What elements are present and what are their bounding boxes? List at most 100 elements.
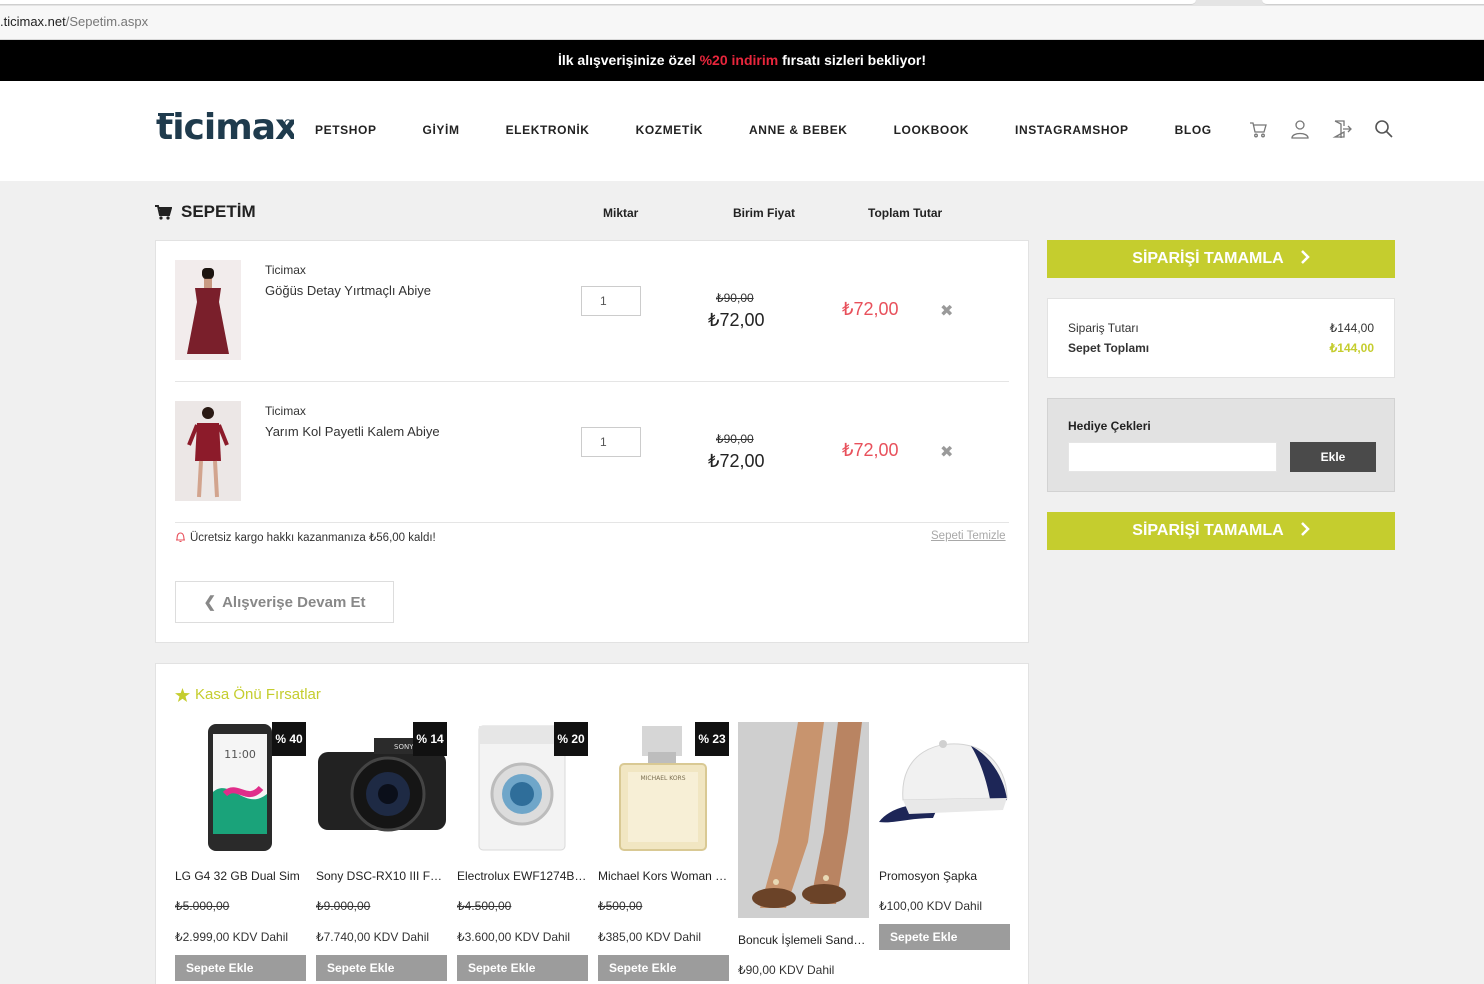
product-price: ₺385,00 KDV Dahil: [598, 930, 702, 944]
item-total: ₺72,00: [842, 440, 899, 460]
discount-badge: % 14: [413, 722, 447, 756]
product-name[interactable]: Michael Kors Woman Parfüm: [598, 869, 729, 883]
complete-order-button[interactable]: SİPARİŞİ TAMAMLA: [1047, 240, 1395, 278]
star-icon: [175, 687, 190, 702]
product-card: 11:00 % 40 LG G4 32 GB Dual Sim ₺5.000,0…: [175, 722, 306, 981]
cart-item-row: Ticimax Yarım Kol Payetli Kalem Abiye 1 …: [175, 382, 1009, 523]
cart-icon[interactable]: [1248, 119, 1268, 139]
svg-text:SONY: SONY: [394, 743, 414, 751]
opportunities-title-text: Kasa Önü Fırsatlar: [195, 686, 321, 703]
order-total-value: ₺144,00: [1329, 321, 1374, 335]
complete-order-button[interactable]: SİPARİŞİ TAMAMLA: [1047, 512, 1395, 550]
product-card: % 20 Electrolux EWF1274BW Çamaşır Makine…: [457, 722, 588, 981]
user-icon[interactable]: [1290, 119, 1310, 139]
tab-strip: [0, 0, 1484, 6]
product-name[interactable]: Yarım Kol Payetli Kalem Abiye: [265, 424, 440, 439]
search-icon[interactable]: [1374, 119, 1394, 139]
cargo-note: Ücretsiz kargo hakkı kazanmanıza ₺56,00 …: [175, 530, 436, 544]
product-price: ₺7.740,00 KDV Dahil: [316, 930, 430, 944]
product-image[interactable]: [879, 722, 1010, 853]
product-price: ₺100,00 KDV Dahil: [879, 899, 983, 913]
product-image[interactable]: % 20: [457, 722, 588, 853]
quantity-input[interactable]: 1: [581, 427, 641, 457]
product-card: MICHAEL KORS % 23 Michael Kors Woman Par…: [598, 722, 729, 981]
svg-text:ticimax: ticimax: [156, 107, 294, 148]
product-image[interactable]: [738, 722, 869, 918]
cart-box: Ticimax Göğüs Detay Yırtmaçlı Abiye 1 ₺9…: [155, 240, 1029, 643]
nav-petshop[interactable]: PETSHOP: [315, 123, 377, 137]
row-divider: [175, 522, 1009, 523]
product-brand: Ticimax: [265, 263, 306, 277]
promo-prefix: İlk alışverişinize özel: [557, 52, 696, 68]
gift-voucher-panel: Hediye Çekleri Ekle: [1047, 398, 1395, 492]
product-old-price: ₺5.000,00: [175, 899, 230, 913]
product-name[interactable]: LG G4 32 GB Dual Sim: [175, 869, 306, 883]
logout-icon[interactable]: [1332, 119, 1352, 139]
clear-cart-link[interactable]: Sepeti Temizle: [931, 530, 1006, 542]
order-total-label: Sipariş Tutarı: [1068, 321, 1139, 335]
cart-title: SEPETİM: [155, 202, 256, 222]
product-thumbnail[interactable]: [175, 260, 241, 360]
add-to-cart-button[interactable]: Sepete Ekle: [175, 955, 306, 981]
remove-item-icon[interactable]: ✖: [940, 442, 953, 462]
nav-kozmetik[interactable]: KOZMETİK: [636, 123, 703, 137]
add-to-cart-button[interactable]: Sepete Ekle: [457, 955, 588, 981]
nav-lookbook[interactable]: LOOKBOOK: [894, 123, 969, 137]
product-price: ₺3.600,00 KDV Dahil: [457, 930, 571, 944]
add-to-cart-button[interactable]: Sepete Ekle: [598, 955, 729, 981]
nav-instagramshop[interactable]: INSTAGRAMSHOP: [1015, 123, 1129, 137]
main-nav: PETSHOP GİYİM ELEKTRONİK KOZMETİK ANNE &…: [315, 123, 1258, 137]
remove-item-icon[interactable]: ✖: [940, 301, 953, 321]
cart-total-value: ₺144,00: [1329, 341, 1374, 355]
col-header-total: Toplam Tutar: [868, 206, 943, 220]
product-image[interactable]: MICHAEL KORS % 23: [598, 722, 729, 853]
address-bar[interactable]: .ticimax.net/Sepetim.aspx: [0, 14, 148, 29]
product-thumbnail[interactable]: [175, 401, 241, 501]
bell-icon: [176, 532, 185, 543]
browser-tab[interactable]: [1262, 0, 1484, 5]
gift-voucher-title: Hediye Çekleri: [1068, 419, 1151, 433]
svg-text:11:00: 11:00: [224, 748, 256, 761]
product-name[interactable]: Boncuk İşlemeli Sandalet: [738, 933, 869, 947]
nav-anne-bebek[interactable]: ANNE & BEBEK: [749, 123, 848, 137]
cart-icon: [155, 204, 172, 220]
promo-highlight: %20 indirim: [699, 52, 779, 68]
product-name[interactable]: Sony DSC-RX10 III Fotoğraf Makinesi: [316, 869, 447, 883]
discount-badge: % 23: [695, 722, 729, 756]
url-host: .ticimax.net: [0, 14, 66, 29]
complete-order-label: SİPARİŞİ TAMAMLA: [1132, 522, 1284, 539]
item-total: ₺72,00: [842, 299, 899, 319]
gift-voucher-input[interactable]: [1068, 442, 1277, 472]
quantity-input[interactable]: 1: [581, 286, 641, 316]
product-name[interactable]: Promosyon Şapka: [879, 869, 1010, 883]
nav-blog[interactable]: BLOG: [1175, 123, 1212, 137]
chevron-right-icon: [1300, 521, 1310, 541]
browser-tab[interactable]: [0, 0, 1196, 5]
discount-badge: % 40: [272, 722, 306, 756]
product-name[interactable]: Electrolux EWF1274BW Çamaşır Makinesi: [457, 869, 588, 883]
browser-chrome: .ticimax.net/Sepetim.aspx: [0, 0, 1484, 40]
continue-shopping-button[interactable]: ❮ Alışverişe Devam Et: [175, 581, 394, 623]
cart-total-label: Sepet Toplamı: [1068, 341, 1150, 355]
add-to-cart-button[interactable]: Sepete Ekle: [879, 924, 1010, 950]
add-to-cart-button[interactable]: Sepete Ekle: [316, 955, 447, 981]
url-path: /Sepetim.aspx: [65, 14, 149, 29]
gift-voucher-add-button[interactable]: Ekle: [1290, 442, 1376, 472]
product-old-price: ₺500,00: [598, 899, 643, 913]
product-card: Promosyon Şapka ₺100,00 KDV Dahil Sepete…: [879, 722, 1010, 950]
cart-item-row: Ticimax Göğüs Detay Yırtmaçlı Abiye 1 ₺9…: [175, 241, 1009, 382]
cargo-note-text: Ücretsiz kargo hakkı kazanmanıza ₺56,00 …: [190, 532, 436, 544]
product-image[interactable]: SONY % 14: [316, 722, 447, 853]
discount-badge: % 20: [554, 722, 588, 756]
product-name[interactable]: Göğüs Detay Yırtmaçlı Abiye: [265, 283, 431, 298]
product-brand: Ticimax: [265, 404, 306, 418]
ticimax-logo[interactable]: ticimax: [156, 104, 299, 148]
product-card: Boncuk İşlemeli Sandalet ₺90,00 KDV Dahi…: [738, 722, 869, 977]
cart-title-text: SEPETİM: [181, 202, 256, 221]
old-price: ₺90,00: [716, 432, 754, 446]
nav-giyim[interactable]: GİYİM: [423, 123, 460, 137]
col-header-unit-price: Birim Fiyat: [733, 206, 796, 220]
promo-bar: İlk alışverişinize özel %20 indirim fırs…: [0, 40, 1484, 81]
nav-elektronik[interactable]: ELEKTRONİK: [506, 123, 590, 137]
product-image[interactable]: 11:00 % 40: [175, 722, 306, 853]
